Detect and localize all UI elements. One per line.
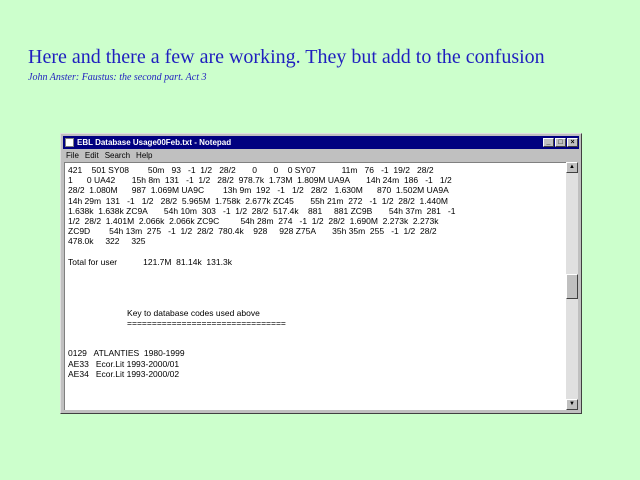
text-line: 478.0k 322 325: [68, 236, 146, 247]
text-line: [68, 297, 563, 307]
text-line: [68, 328, 563, 338]
close-button[interactable]: ×: [567, 138, 578, 147]
text-line: [68, 338, 563, 348]
scroll-thumb[interactable]: [566, 274, 578, 299]
minimize-button[interactable]: _: [543, 138, 554, 147]
menu-file[interactable]: File: [66, 151, 79, 160]
text-line: [68, 247, 563, 257]
text-line: 1.638k 1.638k ZC9A 54h 10m 303 -1 1/2 28…: [68, 205, 456, 216]
text-line: ZC9D 54h 13m 275 -1 1/2 28/2 780.4k 928 …: [68, 226, 437, 237]
menu-help[interactable]: Help: [136, 151, 152, 160]
key-entry: 0129 ATLANTIES 1980-1999: [68, 348, 185, 359]
text-line: 1 0 UA42 15h 8m 131 -1 1/2 28/2 978.7k 1…: [68, 175, 452, 186]
vertical-scrollbar[interactable]: ▲ ▼: [566, 162, 578, 410]
menubar: File Edit Search Help: [63, 150, 579, 161]
slide-title: Here and there a few are working. They b…: [28, 46, 545, 68]
slide-subtitle: John Anster: Faustus: the second part. A…: [28, 72, 207, 83]
text-line: 421 501 SY08 50m 93 -1 1/2 28/2 0 0 0 SY…: [68, 165, 434, 175]
menu-edit[interactable]: Edit: [85, 151, 99, 160]
total-line: Total for user 121.7M 81.14k 131.3k: [68, 256, 232, 267]
text-line: 14h 29m 131 -1 1/2 28/2 5.965M 1.758k 2.…: [68, 195, 448, 206]
text-line: [68, 267, 563, 277]
key-underline: ================================: [68, 317, 286, 328]
key-entry: AE33 Ecor.Lit 1993-2000/01: [68, 358, 180, 369]
text-line: [68, 277, 563, 287]
notepad-app-icon[interactable]: [65, 138, 74, 147]
text-line: 1/2 28/2 1.401M 2.066k 2.066k ZC9C 54h 2…: [68, 215, 439, 226]
maximize-button[interactable]: □: [555, 138, 566, 147]
scroll-down-arrow-icon[interactable]: ▼: [566, 399, 578, 410]
key-heading: Key to database codes used above: [68, 307, 260, 318]
key-entry: AE34 Ecor.Lit 1993-2000/02: [68, 368, 180, 379]
text-line: 28/2 1.080M 987 1.069M UA9C 13h 9m 192 -…: [68, 185, 449, 196]
menu-search[interactable]: Search: [105, 151, 130, 160]
document-text-area[interactable]: 421 501 SY08 50m 93 -1 1/2 28/2 0 0 0 SY…: [64, 162, 566, 410]
notepad-window: EBL Database Usage00Feb.txt - Notepad _ …: [60, 133, 582, 414]
window-title: EBL Database Usage00Feb.txt - Notepad: [77, 138, 232, 147]
scroll-up-arrow-icon[interactable]: ▲: [566, 162, 578, 173]
text-line: [68, 287, 563, 297]
window-titlebar[interactable]: EBL Database Usage00Feb.txt - Notepad _ …: [63, 136, 579, 149]
